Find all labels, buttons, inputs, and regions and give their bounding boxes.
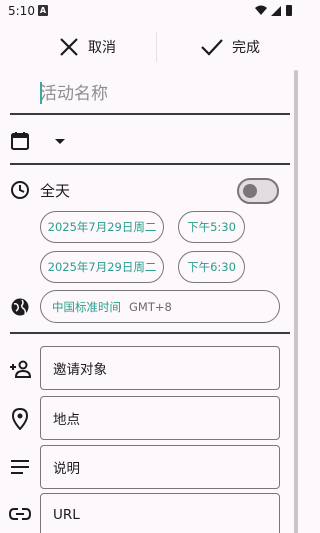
cancel-label: 取消 xyxy=(88,40,116,56)
divider-timezone xyxy=(10,332,290,334)
scrollbar[interactable] xyxy=(294,70,298,533)
status-icons xyxy=(254,4,294,20)
description-field[interactable]: 说明 xyxy=(40,445,280,489)
notification-icon: A xyxy=(38,5,48,16)
text-cursor xyxy=(40,82,42,104)
divider-calendar xyxy=(10,163,290,165)
clock-icon xyxy=(10,180,30,204)
timezone-offset: GMT+8 xyxy=(129,299,172,314)
status-time: 5:10 xyxy=(8,4,35,18)
timezone-name: 中国标准时间 xyxy=(52,299,121,314)
location-pin-icon xyxy=(11,407,29,434)
calendar-icon xyxy=(10,131,30,155)
globe-icon xyxy=(10,297,30,321)
close-icon xyxy=(60,38,78,56)
url-field[interactable]: URL xyxy=(40,493,280,533)
location-field[interactable]: 地点 xyxy=(40,396,280,440)
add-person-icon xyxy=(9,359,32,383)
all-day-label: 全天 xyxy=(40,182,71,200)
notes-icon xyxy=(10,459,30,479)
wifi-icon xyxy=(255,5,267,15)
timezone-chip[interactable]: 中国标准时间 GMT+8 xyxy=(40,290,280,323)
divider-title xyxy=(10,113,290,115)
end-date-chip[interactable]: 2025年7月29日周二 xyxy=(40,251,164,283)
event-title-input[interactable] xyxy=(40,80,280,108)
invite-field[interactable]: 邀请对象 xyxy=(40,346,280,390)
signal-icon xyxy=(271,6,281,16)
cancel-button[interactable]: 取消 xyxy=(58,36,116,58)
done-button[interactable]: 完成 xyxy=(200,36,260,58)
status-bar: 5:10 A xyxy=(0,0,300,22)
done-label: 完成 xyxy=(232,40,260,56)
end-time-chip[interactable]: 下午6:30 xyxy=(178,251,245,283)
battery-icon xyxy=(286,5,292,16)
calendar-dropdown[interactable] xyxy=(50,131,74,151)
toggle-knob xyxy=(243,184,257,198)
link-icon xyxy=(8,506,32,526)
all-day-toggle[interactable] xyxy=(237,178,279,204)
start-date-chip[interactable]: 2025年7月29日周二 xyxy=(40,211,164,243)
check-icon xyxy=(201,39,223,56)
start-time-chip[interactable]: 下午5:30 xyxy=(178,211,245,243)
toolbar-divider xyxy=(156,32,157,62)
dropdown-arrow-icon xyxy=(55,139,65,144)
